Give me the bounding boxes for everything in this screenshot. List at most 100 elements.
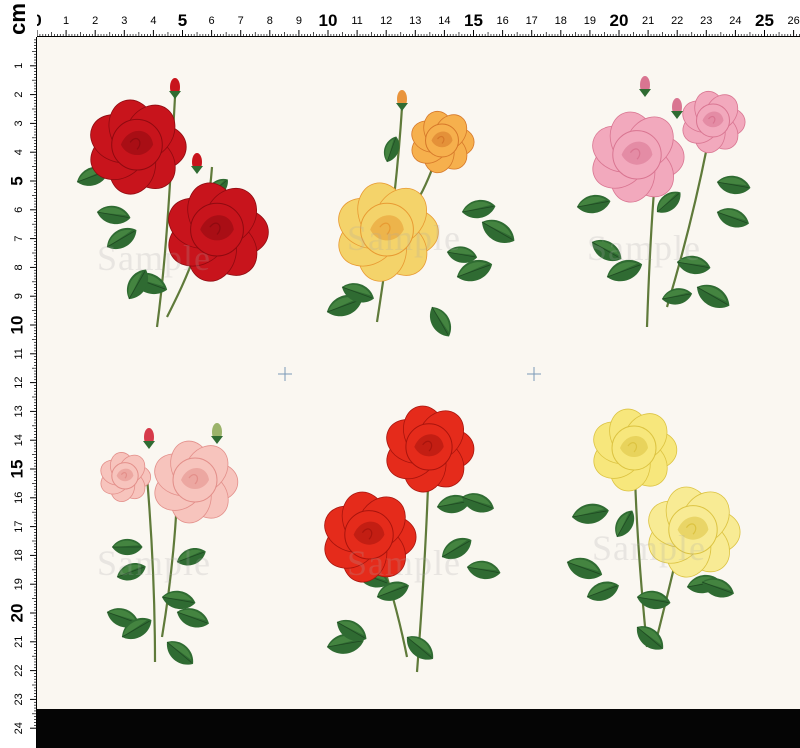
ruler-top-label: 18 xyxy=(555,15,567,27)
scan-border xyxy=(37,709,800,748)
yellow-rose-bloom-lower xyxy=(648,486,741,578)
ruler-top-label: 21 xyxy=(642,15,654,27)
ruler-top-label: 11 xyxy=(351,15,362,27)
ruler-top-label: 14 xyxy=(438,15,450,27)
rose-red xyxy=(76,78,269,328)
scarlet-rose-bloom-lower xyxy=(324,491,417,583)
ruler-top-label: 3 xyxy=(121,15,127,27)
registration-mark-right xyxy=(527,367,541,381)
ruler-left-label: 12 xyxy=(13,376,25,388)
ruler-top-label: 2 xyxy=(92,15,98,27)
scarlet-rose-bloom-upper xyxy=(386,405,475,493)
ruler-top-label: 22 xyxy=(671,15,683,27)
ruler-left-label: 10 xyxy=(7,316,26,335)
ruler-left-label: 20 xyxy=(7,604,26,623)
botanical-plate: Sample Sample Sample Sample Sample Sampl… xyxy=(37,37,800,709)
ruler-left-label: 1 xyxy=(13,63,25,69)
ruler-top-label: 19 xyxy=(584,15,596,27)
pale-pink-rose-bloom-small xyxy=(100,452,152,502)
rose-pink xyxy=(576,76,751,328)
ruler-left-label: 6 xyxy=(13,207,25,213)
pink-rose-bloom-large xyxy=(592,111,685,203)
pale-pink-rose-bud xyxy=(143,428,155,449)
ruler-top-label: 6 xyxy=(209,15,215,27)
leaf xyxy=(661,288,693,305)
leaf xyxy=(586,581,619,601)
rose-yellow-orange xyxy=(326,90,515,337)
ruler-top-label: 20 xyxy=(610,11,629,30)
leaf xyxy=(696,284,730,308)
ruler-left-label: 19 xyxy=(13,578,25,590)
ruler-left-label: 7 xyxy=(13,236,25,242)
leaf xyxy=(636,626,664,650)
rose-yellow xyxy=(566,408,741,650)
pale-pink-rose-bud xyxy=(211,423,223,444)
pale-pink-rose-bloom-large xyxy=(154,440,239,524)
ruler-top-label: 13 xyxy=(409,15,421,27)
ruler-left-label: 15 xyxy=(7,460,26,479)
leaf xyxy=(461,493,494,513)
ruler-left-label: 9 xyxy=(13,293,25,299)
ruler-top-label: 24 xyxy=(729,15,741,27)
leaf xyxy=(571,503,609,524)
ruler-top-label: 9 xyxy=(296,15,302,27)
leaf xyxy=(615,510,635,538)
ruler-left-label: 2 xyxy=(13,92,25,98)
rose-pale-pink xyxy=(100,423,239,665)
ruler-top-label: 23 xyxy=(700,15,712,27)
red-rose-bud xyxy=(169,78,181,99)
ruler-top-label: 5 xyxy=(178,11,187,30)
stem xyxy=(145,476,157,663)
leaf xyxy=(96,205,131,225)
ruler-top-label: 10 xyxy=(319,11,338,30)
leaf xyxy=(116,563,146,581)
leaf xyxy=(466,560,501,580)
red-rose-bud xyxy=(191,153,203,174)
ruler-left: 1 2 3 4 5 6 7 8 9 10 11 12 13 14 15 16 17 18 19 20 21 22 23 24 xyxy=(0,0,37,748)
ruler-top-label: 12 xyxy=(380,15,392,27)
svg-text:cm: cm xyxy=(5,3,30,35)
ruler-top-label: 25 xyxy=(755,11,774,30)
leaf xyxy=(112,538,143,556)
orange-rose-bloom xyxy=(411,110,475,174)
ruler-top-label: 15 xyxy=(464,11,483,30)
ruler-left-label: 21 xyxy=(13,636,25,648)
leaf xyxy=(461,199,496,219)
pink-rose-bud xyxy=(639,76,651,97)
orange-rose-bud xyxy=(396,90,408,111)
ruler-top-label: 8 xyxy=(267,15,273,27)
ruler-left-label: 11 xyxy=(13,348,25,359)
leaf xyxy=(481,219,515,243)
ruler-left-label: 14 xyxy=(13,434,25,446)
ruler-top-label: 26 xyxy=(787,15,799,27)
leaf xyxy=(716,208,749,228)
ruler-left-label: 23 xyxy=(13,693,25,705)
pink-rose-bud xyxy=(671,98,683,119)
leaf xyxy=(429,306,452,337)
registration-mark-left xyxy=(278,367,292,381)
leaf xyxy=(106,227,137,250)
ruler-top-label: 7 xyxy=(238,15,244,27)
ruler-top-label: 1 xyxy=(63,15,69,27)
unit-label: cm xyxy=(5,3,30,35)
leaf xyxy=(576,194,611,214)
leaf xyxy=(166,641,194,665)
red-rose-bloom-lower xyxy=(168,182,269,282)
ruler-left-label: 22 xyxy=(13,664,25,676)
leaf xyxy=(176,548,206,566)
ruler-top-label: 16 xyxy=(496,15,508,27)
ruler-left-label: 13 xyxy=(13,405,25,417)
ruler-left-label: 5 xyxy=(7,176,26,185)
leaf xyxy=(441,537,472,560)
ruler-top-label: 4 xyxy=(150,15,156,27)
ruler-left-label: 4 xyxy=(13,149,25,155)
pink-rose-bloom-small xyxy=(682,90,746,154)
ruler-top-label: 17 xyxy=(526,15,538,27)
yellow-rose-bloom-upper xyxy=(593,408,678,492)
rose-scarlet xyxy=(324,405,501,673)
ruler-top: 0 1 2 3 4 5 6 7 8 9 10 11 12 13 14 15 16 17 18 19 20 21 22 23 24… xyxy=(0,0,800,37)
ruler-left-label: 8 xyxy=(13,264,25,270)
ruler-left-label: 24 xyxy=(13,722,25,734)
ruler-left-label: 3 xyxy=(13,120,25,126)
leaf xyxy=(716,175,751,195)
